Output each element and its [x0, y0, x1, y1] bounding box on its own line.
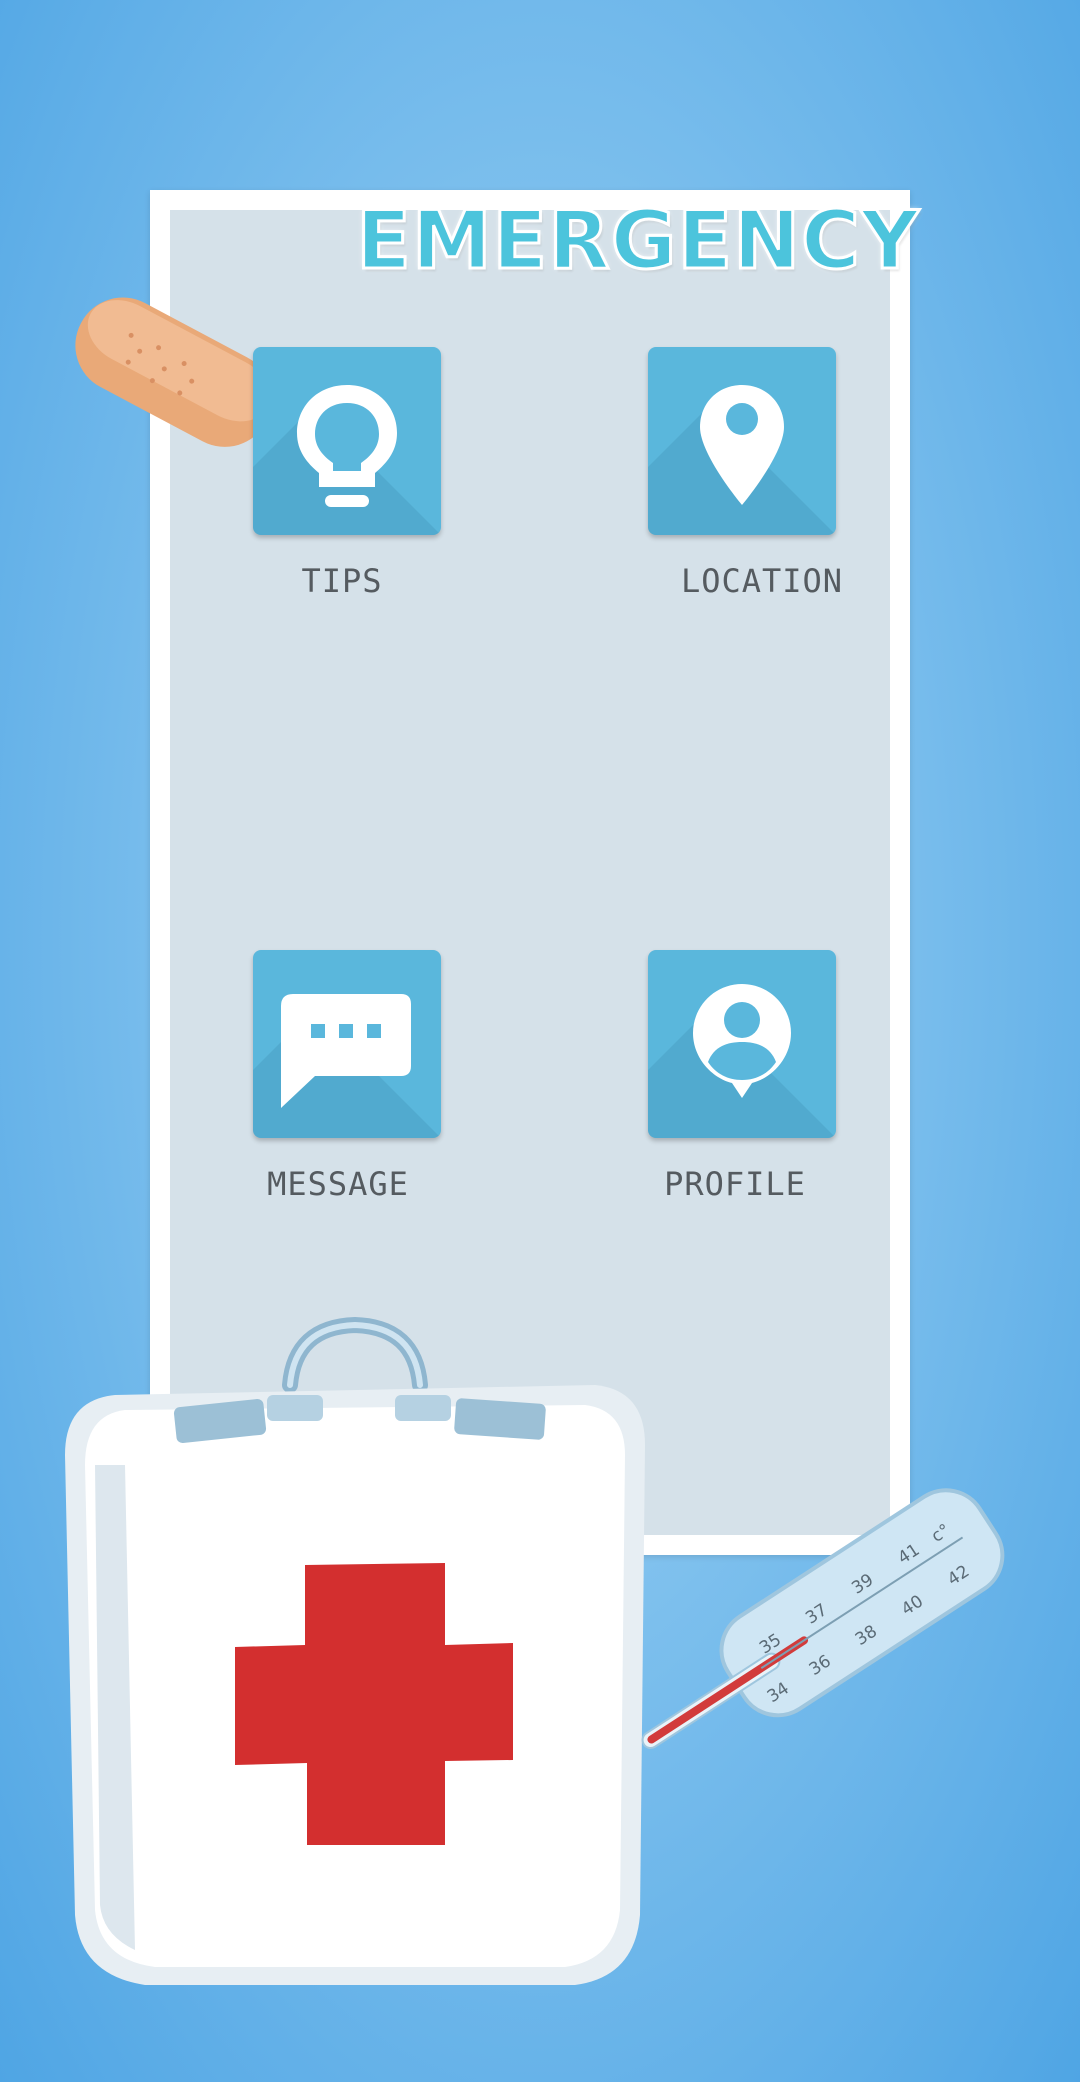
first-aid-kit-illustration — [65, 1316, 645, 1985]
tips-button[interactable] — [253, 347, 441, 535]
profile-button[interactable] — [648, 950, 836, 1138]
location-pin-icon — [700, 385, 784, 505]
message-button[interactable] — [253, 950, 441, 1138]
message-label[interactable]: MESSAGE — [208, 1165, 468, 1203]
tips-label[interactable]: TIPS — [212, 562, 472, 600]
location-button[interactable] — [648, 347, 836, 535]
location-label[interactable]: LOCATION — [632, 562, 892, 600]
profile-label[interactable]: PROFILE — [605, 1165, 865, 1203]
thermometer-illustration: 35 37 39 41 c° 34 36 38 40 42 — [641, 1488, 1005, 1750]
lightbulb-icon — [297, 385, 397, 507]
app-title: EMERGENCY — [355, 192, 920, 288]
chat-message-icon — [281, 994, 411, 1108]
user-profile-icon — [693, 984, 791, 1098]
